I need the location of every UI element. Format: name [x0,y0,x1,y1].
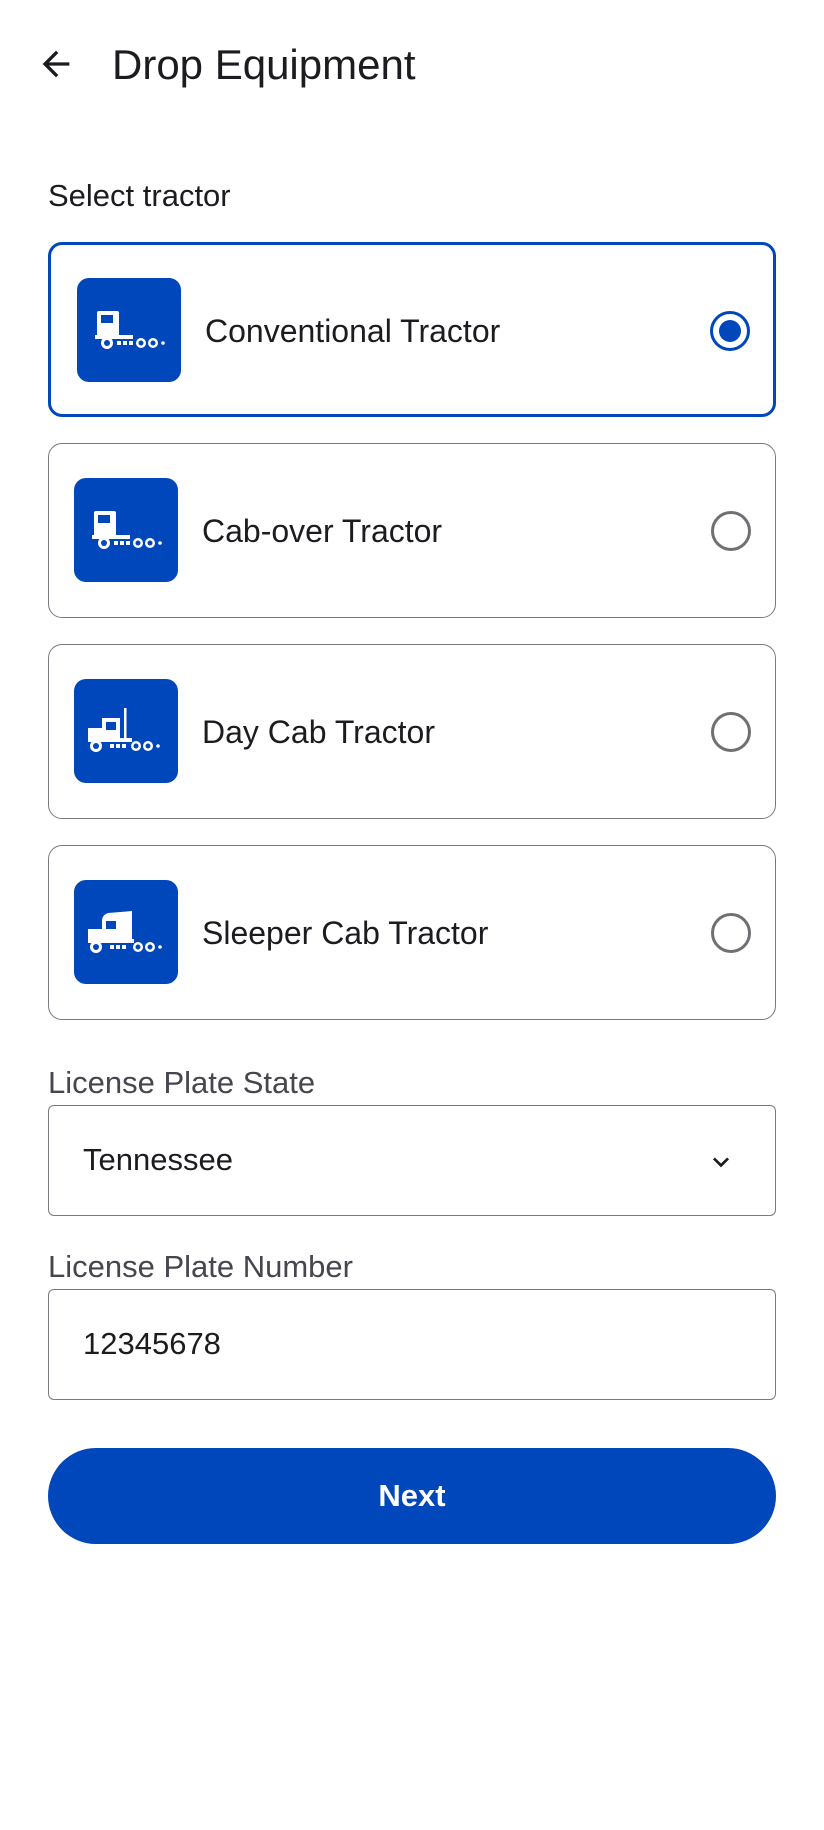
arrow-left-icon [42,50,70,78]
top-app-bar: Drop Equipment [0,0,824,130]
back-button[interactable] [28,36,84,92]
license-plate-number-label: License Plate Number [48,1249,353,1284]
radio-dot [719,320,741,342]
license-plate-state-dropdown[interactable]: Tennessee [48,1105,776,1216]
cab-over-tractor-icon [74,478,178,582]
radio-button[interactable] [711,712,751,752]
tractor-option-label: Conventional Tractor [205,313,501,349]
radio-button[interactable] [711,511,751,551]
tractor-option-conventional[interactable]: Conventional Tractor [48,242,776,417]
tractor-option-day-cab[interactable]: Day Cab Tractor [48,644,776,819]
sleeper-cab-tractor-icon [74,880,178,984]
page-title: Drop Equipment [112,41,416,88]
drop-equipment-screen: Drop Equipment Select tractor Convention… [0,0,824,1830]
chevron-down-icon [713,1157,729,1168]
tractor-option-cab-over[interactable]: Cab-over Tractor [48,443,776,618]
license-plate-number-value: 12345678 [83,1326,221,1361]
day-cab-tractor-icon [74,679,178,783]
tractor-option-sleeper-cab[interactable]: Sleeper Cab Tractor [48,845,776,1020]
radio-button-selected[interactable] [710,311,750,351]
tractor-option-label: Day Cab Tractor [202,714,435,750]
tractor-option-label: Cab-over Tractor [202,513,443,549]
license-plate-state-value: Tennessee [83,1142,233,1177]
radio-button[interactable] [711,913,751,953]
license-plate-number-input[interactable]: 12345678 [48,1289,776,1400]
select-tractor-label: Select tractor [48,178,231,213]
tractor-option-label: Sleeper Cab Tractor [202,915,489,951]
license-plate-state-label: License Plate State [48,1065,316,1100]
conventional-tractor-icon [77,278,181,382]
next-button[interactable]: Next [48,1448,776,1544]
